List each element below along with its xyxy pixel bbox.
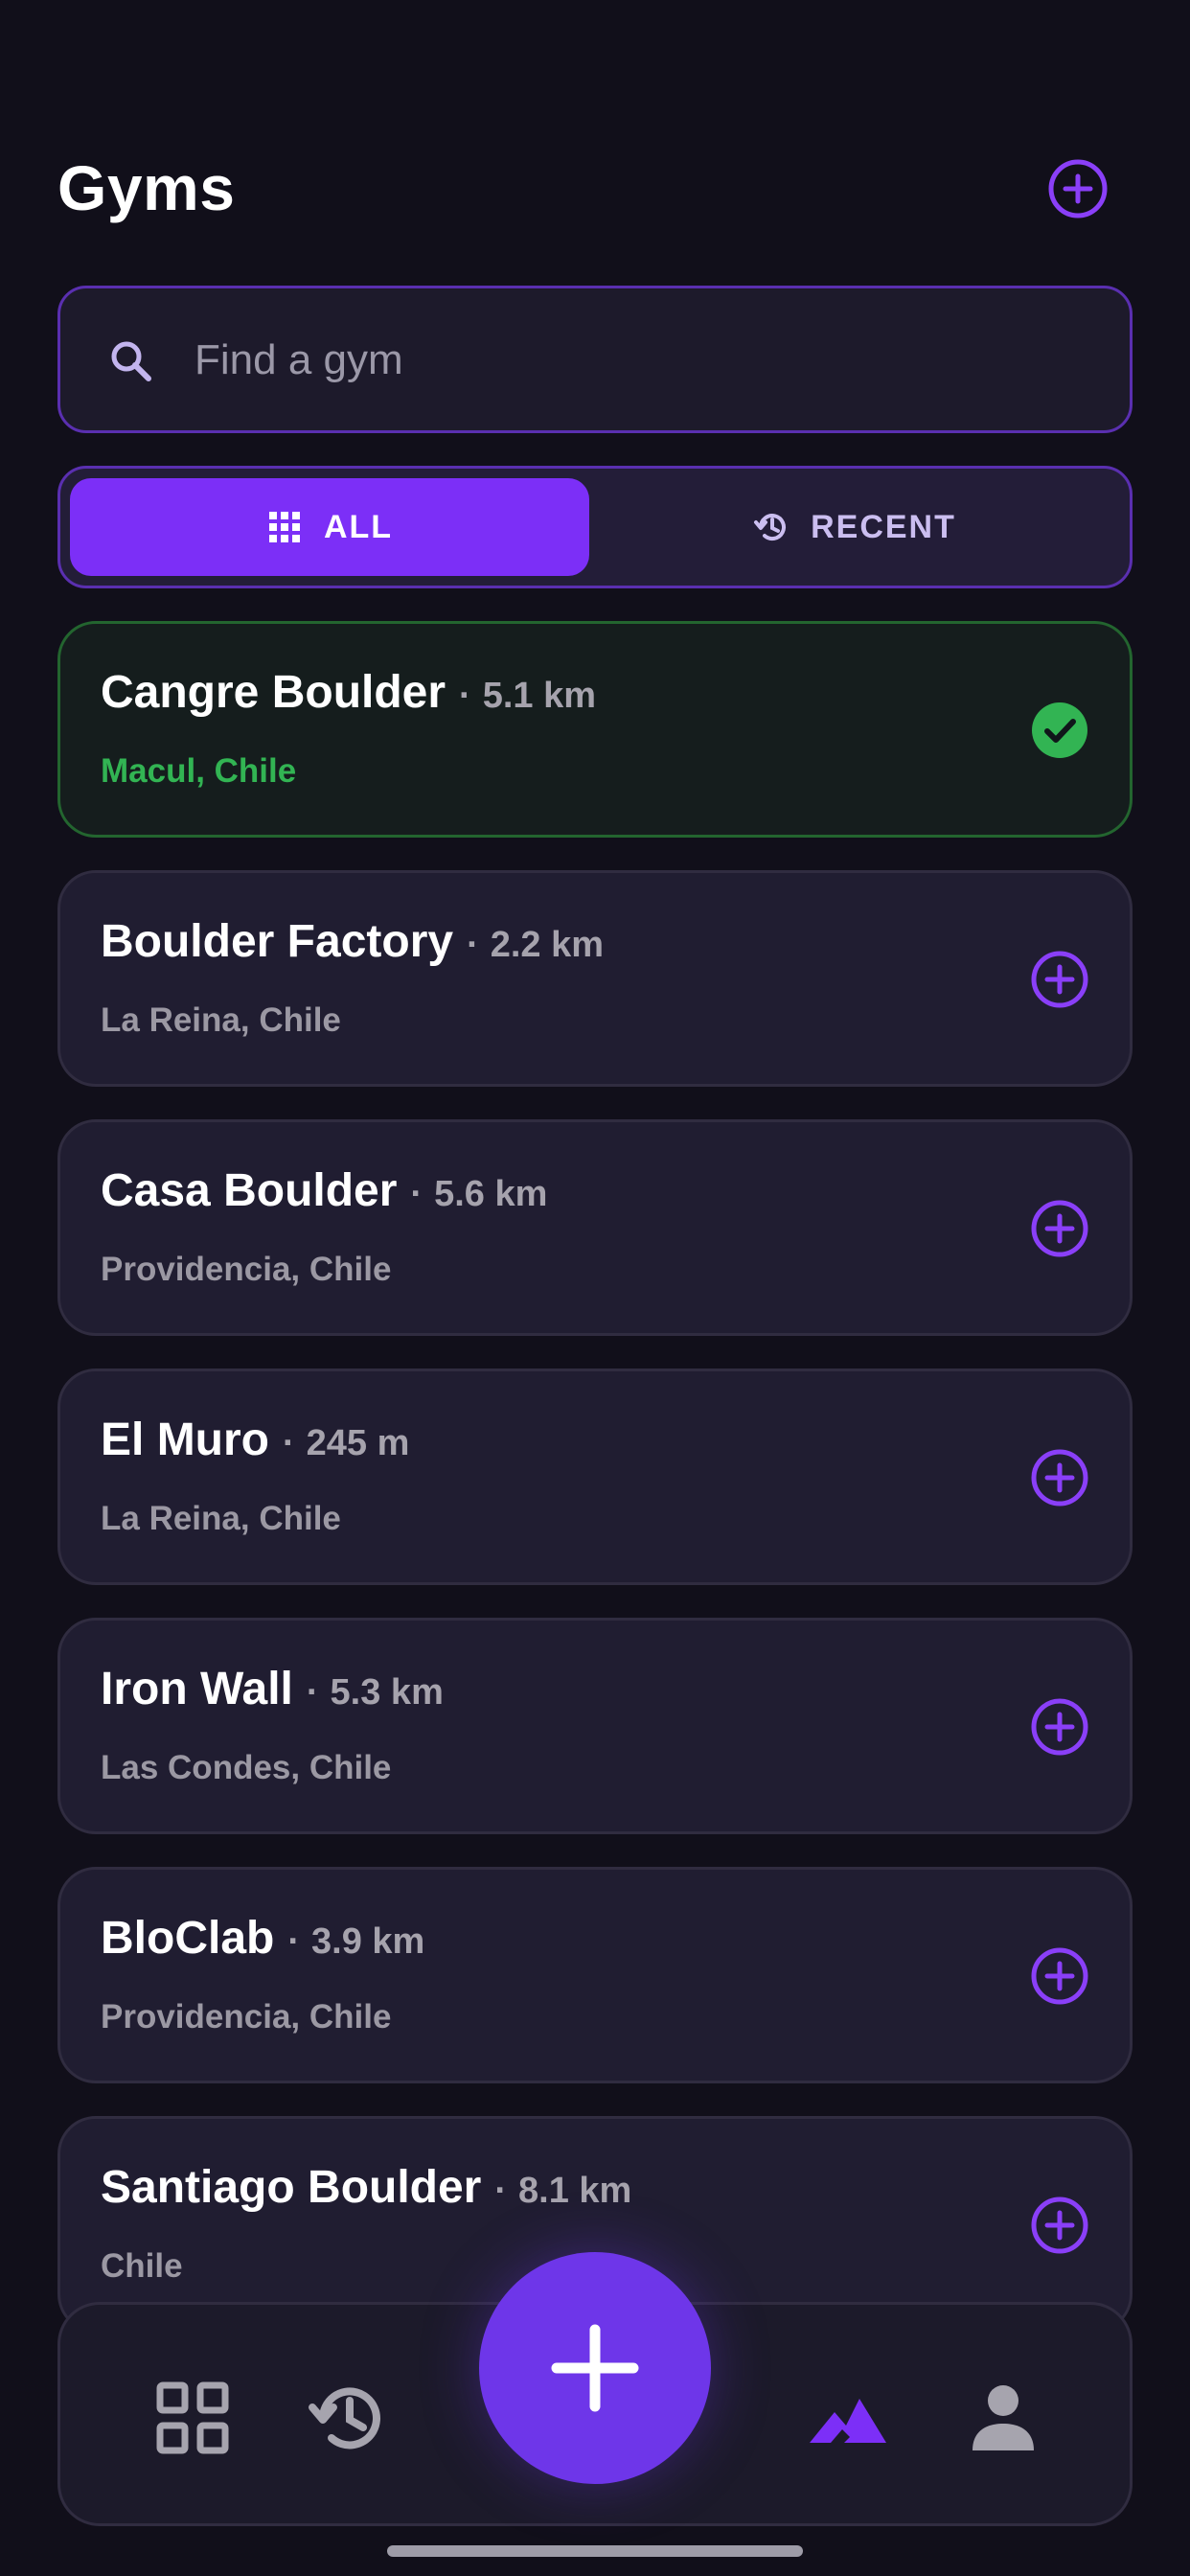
plus-circle-icon[interactable]: [1030, 950, 1089, 1009]
gym-distance: 3.9 km: [287, 1921, 424, 1962]
nav-profile[interactable]: [963, 2378, 1043, 2458]
plus-icon: [551, 2324, 639, 2412]
grid-icon: [156, 2381, 229, 2454]
gym-location: La Reina, Chile: [101, 1001, 341, 1039]
gym-distance: 5.3 km: [307, 1672, 444, 1713]
plus-circle-icon[interactable]: [1030, 1946, 1089, 2006]
plus-circle-icon: [1048, 159, 1108, 218]
page-title: Gyms: [57, 152, 236, 223]
mountain-icon: [810, 2399, 886, 2443]
gym-name-row: Casa Boulder 5.6 km: [101, 1164, 547, 1217]
gym-location: Las Condes, Chile: [101, 1749, 392, 1786]
gym-location: Chile: [101, 2247, 183, 2285]
gym-name: Cangre Boulder: [101, 667, 446, 718]
gym-name: Santiago Boulder: [101, 2162, 482, 2213]
gym-name: Boulder Factory: [101, 916, 454, 967]
gym-name-row: Boulder Factory 2.2 km: [101, 915, 604, 968]
gym-name: Iron Wall: [101, 1664, 293, 1714]
gym-card[interactable]: Boulder Factory 2.2 km La Reina, Chile: [57, 870, 1133, 1087]
gym-card[interactable]: Iron Wall 5.3 km Las Condes, Chile: [57, 1618, 1133, 1834]
gym-distance: 2.2 km: [467, 925, 604, 965]
tab-recent-label: RECENT: [811, 508, 956, 545]
plus-circle-icon[interactable]: [1030, 1697, 1089, 1757]
gym-name-row: Iron Wall 5.3 km: [101, 1663, 444, 1715]
gym-card[interactable]: Casa Boulder 5.6 km Providencia, Chile: [57, 1119, 1133, 1336]
nav-climbs[interactable]: [806, 2378, 886, 2458]
history-icon: [309, 2387, 380, 2450]
gym-card[interactable]: Cangre Boulder 5.1 km Macul, Chile: [57, 621, 1133, 838]
history-icon: [754, 514, 787, 541]
add-gym-button[interactable]: [1046, 157, 1110, 220]
gym-name: Casa Boulder: [101, 1165, 398, 1216]
gym-name-row: Santiago Boulder 8.1 km: [101, 2161, 631, 2214]
gyms-screen: Gyms ALL RECE: [0, 0, 1190, 2576]
gym-location: Macul, Chile: [101, 752, 297, 790]
gym-distance: 5.1 km: [459, 676, 596, 716]
search-icon: [111, 341, 151, 381]
plus-circle-icon[interactable]: [1030, 1199, 1089, 1258]
tab-all-label: ALL: [323, 508, 394, 545]
gym-name: BloClab: [101, 1913, 275, 1964]
gym-name-row: El Muro 245 m: [101, 1414, 409, 1466]
gym-distance: 8.1 km: [494, 2171, 631, 2211]
gym-name-row: BloClab 3.9 km: [101, 1912, 424, 1965]
add-session-button[interactable]: [479, 2252, 711, 2484]
plus-circle-icon[interactable]: [1030, 1448, 1089, 1507]
gym-name-row: Cangre Boulder 5.1 km: [101, 666, 596, 719]
gym-card[interactable]: El Muro 245 m La Reina, Chile: [57, 1368, 1133, 1585]
check-circle-icon[interactable]: [1030, 701, 1089, 760]
plus-circle-icon[interactable]: [1030, 2196, 1089, 2255]
gym-location: Providencia, Chile: [101, 1251, 392, 1288]
gym-location: Providencia, Chile: [101, 1998, 392, 2036]
tab-all[interactable]: ALL: [70, 478, 589, 576]
gym-card[interactable]: BloClab 3.9 km Providencia, Chile: [57, 1867, 1133, 2083]
nav-dashboard[interactable]: [152, 2378, 233, 2458]
gym-location: La Reina, Chile: [101, 1500, 341, 1537]
gym-distance: 5.6 km: [410, 1174, 547, 1214]
gym-filter-tabs: ALL RECENT: [57, 466, 1133, 588]
person-icon: [973, 2385, 1034, 2450]
tab-recent[interactable]: RECENT: [593, 478, 1116, 576]
gym-name: El Muro: [101, 1414, 269, 1465]
nav-history[interactable]: [306, 2378, 386, 2458]
search-input[interactable]: [195, 317, 1057, 403]
home-indicator[interactable]: [387, 2545, 803, 2557]
grid-icon: [268, 512, 300, 542]
search-bar[interactable]: [57, 286, 1133, 433]
gym-distance: 245 m: [283, 1423, 409, 1463]
